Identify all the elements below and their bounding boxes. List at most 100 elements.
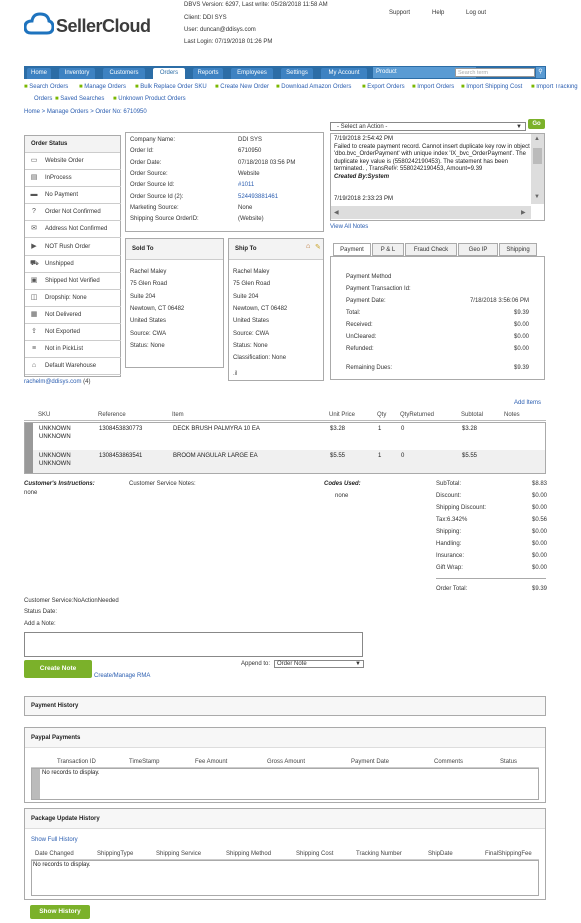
paypal-header-bar[interactable]: Paypal Payments [25, 728, 545, 748]
total-label: Discount: [436, 493, 462, 499]
package-history-section: Package Update History Show Full History… [24, 808, 546, 900]
sold-to-panel: Sold To Rachel Maley 75 Glen Road Suite 20… [125, 238, 224, 368]
status-item[interactable]: ✉ Address Not Confirmed [25, 221, 121, 239]
status-item[interactable]: ▤ InProcess [25, 170, 121, 188]
sold-to-line: Status: None [130, 342, 165, 349]
payment-row-value: $0.00 [513, 346, 529, 352]
status-item[interactable]: ▶ NOT Rush Order [25, 239, 121, 256]
subnav-saved-searches[interactable]: ■ Saved Searches [55, 96, 104, 102]
status-item-label: Dropship: None [45, 294, 87, 301]
edit-address-icon[interactable]: ✎ [315, 243, 321, 251]
payment-row-value: $9.39 [513, 365, 529, 371]
document-icon: ▤ [30, 174, 38, 182]
tab-geo-ip[interactable]: Geo IP [458, 243, 498, 256]
total-label: Shipping: [436, 529, 462, 535]
note-textarea[interactable] [24, 632, 363, 657]
create-note-button[interactable]: Create Note [24, 660, 92, 678]
scrollbar-thumb[interactable] [533, 148, 542, 164]
order-info-value[interactable]: #1011 [238, 182, 254, 188]
status-item[interactable]: ▦ Not Delivered [25, 307, 121, 324]
col-shipping-type: ShippingType [97, 851, 134, 857]
sold-to-line: Rachel Maley [130, 269, 167, 275]
status-item[interactable]: ▣ Shipped Not Verified [25, 273, 121, 290]
nav-tab-customers[interactable]: Customers [103, 68, 145, 79]
help-link[interactable]: Help [432, 10, 444, 16]
order-info-label: Order Source Id: [130, 182, 175, 189]
arrow-icon: ▶ [31, 242, 37, 250]
support-link[interactable]: Support [389, 10, 410, 16]
nav-tab-my-account[interactable]: My Account [321, 68, 367, 79]
subnav-bulk-replace[interactable]: ■ Bulk Replace Order SKU [135, 84, 207, 90]
status-item[interactable]: ◫ Dropship: None [25, 290, 121, 307]
item-qty-returned: 0 [401, 426, 405, 432]
item-unit-price: $3.28 [330, 426, 346, 432]
codes-used-value: none [335, 493, 349, 499]
customer-email-link[interactable]: rachelm@ddisys.com (4) [24, 379, 90, 385]
col-notes: Notes [504, 412, 520, 418]
tab-payment[interactable]: Payment [333, 243, 371, 256]
status-item[interactable]: ▬ No Payment [25, 187, 121, 205]
subnav-unknown-product[interactable]: ■ Unknown Product Orders [113, 96, 186, 102]
status-item-label: NOT Rush Order [45, 243, 91, 250]
table-row[interactable]: UNKNOWN UNKNOWN 1308453830773 DECK BRUSH P… [33, 423, 545, 446]
status-item[interactable]: ≡ Not in PickList [25, 341, 121, 359]
logout-link[interactable]: Log out [466, 10, 486, 16]
order-info-value: None [238, 204, 253, 211]
col-qty-returned: QtyReturned [400, 412, 435, 418]
search-button[interactable]: ⚲ [536, 67, 545, 78]
col-ship-date: ShipDate [428, 851, 453, 857]
total-label: Tax:6.342% [436, 517, 468, 523]
nav-tab-reports[interactable]: Reports [193, 68, 223, 79]
nav-tab-orders[interactable]: Orders [153, 68, 185, 79]
total-value: $0.00 [531, 565, 547, 571]
total-label: Gift Wrap: [436, 565, 463, 571]
subnav-import-shipping-cost[interactable]: ■ Import Shipping Cost [461, 84, 522, 90]
subnav-manage-orders[interactable]: ■ Manage Orders [79, 84, 126, 90]
version-info: DBVS Version: 6297, Last write: 05/28/20… [184, 2, 328, 8]
subnav-export-orders[interactable]: ■ Export Orders [362, 84, 405, 90]
go-button[interactable]: Go [528, 119, 545, 129]
subnav-import-orders[interactable]: ■ Import Orders [412, 84, 454, 90]
subnav-search-orders[interactable]: ■ Search Orders [24, 84, 68, 90]
status-item[interactable]: ⌂ Default Warehouse [25, 358, 121, 376]
table-row[interactable]: UNKNOWN UNKNOWN 1308453863541 BROOM ANGULA… [33, 450, 545, 473]
view-all-notes-link[interactable]: View All Notes [330, 224, 368, 230]
subnav-import-tracking[interactable]: ■ Import Tracking [531, 84, 581, 90]
status-item-label: InProcess [45, 175, 72, 182]
status-item[interactable]: ? Order Not Confirmed [25, 204, 121, 222]
subnav-download-amazon[interactable]: ■ Download Amazon Orders [276, 84, 351, 90]
total-label: Order Total: [436, 586, 468, 592]
subnav-create-order[interactable]: ■ Create New Order [215, 84, 269, 90]
show-history-button[interactable]: Show History [30, 905, 90, 919]
col-shipping-service: Shipping Service [156, 851, 202, 857]
status-item[interactable]: ⇪ Not Exported [25, 324, 121, 341]
search-input[interactable]: Search term [455, 68, 535, 77]
order-info-value[interactable]: 524493881461 [238, 194, 278, 200]
payment-row-label: Remaining Dues: [346, 365, 393, 371]
status-item[interactable]: ⛟ Unshipped [25, 256, 121, 273]
show-full-history-link[interactable]: Show Full History [31, 837, 78, 843]
nav-tab-settings[interactable]: Settings [281, 68, 313, 79]
create-manage-rma-link[interactable]: Create/Manage RMA [94, 673, 150, 679]
payment-row-value: $0.00 [513, 334, 529, 340]
tab-shipping[interactable]: Shipping [499, 243, 537, 256]
tab-pnl[interactable]: P & L [372, 243, 404, 256]
payment-history-section[interactable]: Payment History [24, 696, 546, 716]
order-info-value: (Website) [238, 216, 264, 223]
package-history-header-bar[interactable]: Package Update History [25, 809, 545, 829]
log-vertical-scrollbar[interactable]: ▲ ▼ [531, 134, 544, 204]
log-horizontal-scrollbar[interactable]: ◀ ▶ [331, 206, 531, 219]
nav-tab-employees[interactable]: Employees [231, 68, 273, 79]
action-select[interactable]: - Select an Action - ▼ [330, 122, 526, 131]
row-selector-bar [25, 423, 33, 473]
sellercloud-logo[interactable]: SellerCloud [24, 11, 174, 41]
add-items-link[interactable]: Add Items [514, 400, 541, 406]
subnav-orders[interactable]: Orders [34, 96, 52, 102]
append-to-select[interactable]: Order Note ▼ [274, 660, 364, 668]
home-address-icon[interactable]: ⌂ [306, 243, 310, 250]
status-item[interactable]: ▭ Website Order [25, 153, 121, 170]
tab-fraud-check[interactable]: Fraud Check [405, 243, 457, 256]
breadcrumb[interactable]: Home > Manage Orders > Order No: 6710950 [24, 109, 147, 115]
nav-tab-home[interactable]: Home [27, 68, 51, 79]
nav-tab-inventory[interactable]: Inventory [59, 68, 95, 79]
